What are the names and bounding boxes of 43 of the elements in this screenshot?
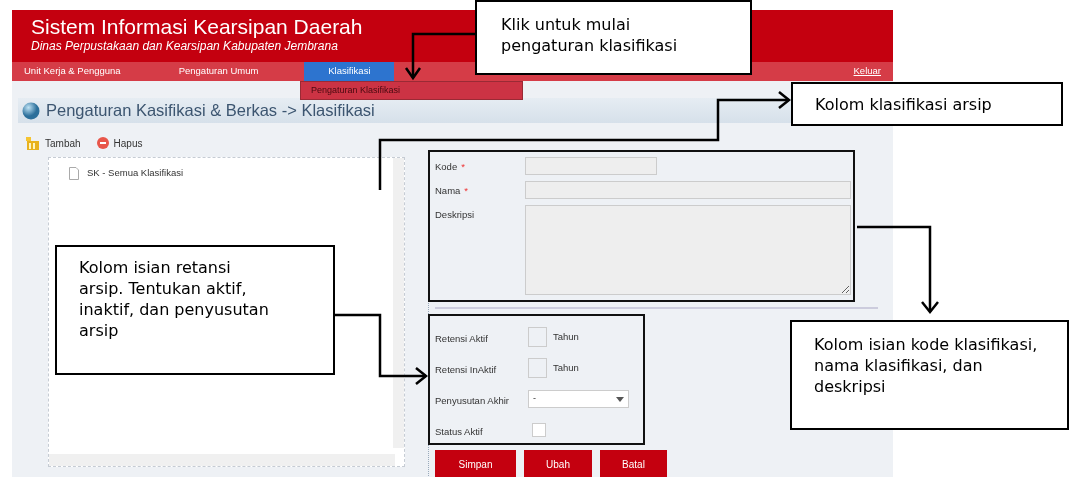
input-field[interactable] bbox=[525, 181, 851, 199]
app-subtitle: Dinas Perpustakaan dan Kearsipan Kabupaten Jembrana bbox=[31, 39, 338, 54]
field-label: Deskripsi bbox=[435, 209, 475, 220]
unit-label: Tahun bbox=[553, 360, 579, 375]
connector-arrow bbox=[404, 32, 475, 81]
callout-box: Kolom isian kode klasifikasi, nama klasifikasi, dan deskripsi bbox=[790, 320, 1069, 430]
nav-item[interactable]: Pengaturan Umum bbox=[166, 62, 271, 81]
toolbar-button[interactable]: Tambah bbox=[26, 135, 81, 151]
caret-icon bbox=[616, 396, 624, 402]
field-label: Retensi Aktif bbox=[435, 332, 489, 345]
unit-label: Tahun bbox=[553, 329, 579, 344]
callout-box: Kolom isian retansi arsip. Tentukan aktif, inaktif, dan penyusutan arsip bbox=[55, 245, 335, 375]
field-label: Nama bbox=[435, 185, 461, 196]
required-mark: * bbox=[461, 161, 465, 172]
field-label: Status Aktif bbox=[435, 425, 484, 438]
dropdown-field[interactable]: - bbox=[528, 390, 629, 408]
field-label: Penyusutan Akhir bbox=[435, 394, 510, 407]
nav-item[interactable]: Klasifikasi bbox=[304, 62, 395, 81]
panel-title: Pengaturan Kasifikasi & Berkas -> Klasifikasi bbox=[46, 100, 375, 122]
add-icon bbox=[26, 136, 40, 150]
toolbar-button[interactable]: Hapus bbox=[96, 135, 143, 151]
globe-icon bbox=[22, 101, 40, 120]
horizontal-scrollbar[interactable] bbox=[49, 454, 395, 466]
text-area[interactable] bbox=[525, 205, 851, 295]
required-mark: * bbox=[464, 185, 469, 196]
input-field[interactable] bbox=[525, 157, 657, 175]
delete-icon bbox=[96, 137, 109, 149]
nav-item[interactable]: Unit Kerja & Pengguna bbox=[12, 62, 133, 81]
action-button[interactable]: Ubah bbox=[524, 450, 592, 477]
logout-link[interactable]: Keluar bbox=[853, 62, 893, 81]
field-label: Retensi InAktif bbox=[435, 363, 498, 376]
input-field[interactable] bbox=[528, 327, 547, 347]
tree-item[interactable]: SK - Semua Klasifikasi bbox=[87, 166, 184, 181]
app-title: Sistem Informasi Kearsipan Daerah bbox=[31, 14, 363, 39]
action-button[interactable]: Simpan bbox=[435, 450, 516, 477]
vertical-scrollbar[interactable] bbox=[393, 158, 404, 448]
input-field[interactable] bbox=[528, 358, 547, 378]
action-button[interactable]: Batal bbox=[600, 450, 667, 477]
document-icon bbox=[69, 166, 79, 180]
field-label: Kode bbox=[435, 161, 458, 172]
callout-box: Klik untuk mulai pengaturan klasifikasi bbox=[475, 0, 752, 75]
callout-box: Kolom klasifikasi arsip bbox=[791, 82, 1063, 126]
checkbox[interactable] bbox=[532, 423, 546, 437]
